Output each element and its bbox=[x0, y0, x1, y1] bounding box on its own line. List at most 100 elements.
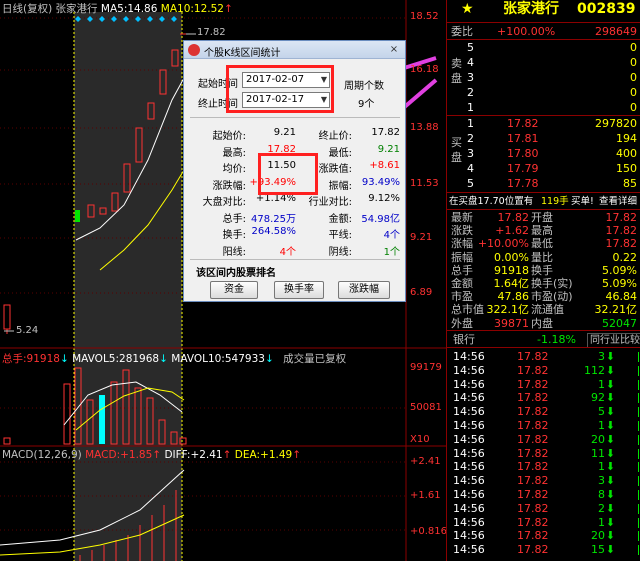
divider bbox=[190, 259, 400, 260]
stat-label: 阳线: bbox=[222, 246, 246, 258]
stat-value: 32.21亿 bbox=[594, 303, 638, 317]
tick-row[interactable]: 14:56 17.82 1 ⬇ bbox=[447, 378, 640, 391]
buy-level-row[interactable]: 2 17.81 194 bbox=[447, 132, 640, 145]
separator bbox=[447, 209, 640, 210]
volume-header: 总手:91918↓ MAVOL5:281968↓ MAVOL10:547933↓… bbox=[2, 351, 346, 366]
dialog-titlebar[interactable]: 个股K线区间统计 × bbox=[184, 41, 405, 59]
banner-buy: 买单! bbox=[571, 196, 594, 207]
buy-level-row[interactable]: 1 17.82 297820 bbox=[447, 117, 640, 130]
stat-label: 涨跌 bbox=[451, 224, 473, 238]
tick-bar bbox=[638, 421, 639, 431]
tick-row[interactable]: 14:56 17.82 5 ⬇ bbox=[447, 405, 640, 418]
close-icon[interactable]: × bbox=[387, 43, 401, 56]
stat-label: 阴线: bbox=[328, 246, 352, 258]
stat-label: 市盈 bbox=[451, 290, 473, 304]
tick-bar bbox=[638, 490, 639, 500]
quote-stat-row: 涨幅 +10.00% 最低 17.82 bbox=[447, 237, 640, 250]
period-label[interactable]: 日线(复权) bbox=[2, 3, 52, 15]
stat-label: 最新 bbox=[451, 211, 473, 224]
level-volume: 0 bbox=[630, 86, 637, 99]
stat-value: 264.58% bbox=[251, 226, 297, 237]
tick-row[interactable]: 14:56 17.82 20 ⬇ bbox=[447, 433, 640, 446]
level-number: 2 bbox=[467, 132, 474, 145]
tick-price: 17.82 bbox=[517, 432, 549, 446]
kline-range-stats-dialog[interactable]: 个股K线区间统计 × 起始时间 2017-02-07 ▼ 终止时间 2017-0… bbox=[183, 40, 406, 302]
alert-banner[interactable]: 在买盘17.70位置有 119手 买单! 查看详细 bbox=[447, 195, 640, 208]
down-arrow-icon: ⬇ bbox=[605, 377, 615, 391]
industry-row: 银行 -1.18% 同行业比较 bbox=[447, 333, 640, 348]
app-icon bbox=[188, 44, 200, 56]
tick-time: 14:56 bbox=[453, 488, 485, 501]
level-number: 4 bbox=[467, 162, 474, 175]
tick-row[interactable]: 14:56 17.82 2 ⬇ bbox=[447, 502, 640, 515]
level-number: 4 bbox=[467, 56, 474, 69]
level-volume: 150 bbox=[616, 162, 637, 175]
stat-label: 总手 bbox=[451, 263, 473, 277]
favorite-star-icon[interactable]: ★ bbox=[461, 2, 474, 16]
banner-volume: 119手 bbox=[541, 196, 569, 207]
up-arrow-icon: ↑ bbox=[292, 449, 302, 461]
tick-price: 17.82 bbox=[517, 377, 549, 391]
tick-row[interactable]: 14:56 17.82 3 ⬇ bbox=[447, 350, 640, 363]
rank-by-change-button[interactable]: 涨跌幅 bbox=[338, 281, 390, 299]
macd-axis-label: +2.41 bbox=[410, 456, 441, 467]
down-arrow-icon: ⬇ bbox=[605, 391, 615, 405]
tick-row[interactable]: 14:56 17.82 3 ⬇ bbox=[447, 474, 640, 487]
up-arrow-icon: ↑ bbox=[223, 3, 233, 15]
divider bbox=[190, 117, 400, 118]
stat-value: 4个 bbox=[383, 230, 400, 241]
sell-level-row[interactable]: 30 bbox=[447, 71, 640, 84]
stat-value: +8.61 bbox=[369, 160, 400, 171]
price-axis-label: 13.88 bbox=[410, 122, 439, 133]
stat-label: 大盘对比: bbox=[202, 197, 246, 208]
stat-label: 总手: bbox=[222, 213, 246, 225]
stat-label: 涨幅 bbox=[451, 237, 473, 251]
sell-level-row[interactable]: 20 bbox=[447, 86, 640, 99]
tick-row[interactable]: 14:56 17.82 20 ⬇ bbox=[447, 529, 640, 542]
buy-side-label: 买盘 bbox=[451, 136, 462, 164]
tick-row[interactable]: 14:56 17.82 112 ⬇ bbox=[447, 364, 640, 377]
level-number: 1 bbox=[467, 117, 474, 130]
tick-row[interactable]: 14:56 17.82 8 ⬇ bbox=[447, 488, 640, 501]
stat-value: 39871 bbox=[494, 316, 529, 330]
buy-level-row[interactable]: 4 17.79 150 bbox=[447, 162, 640, 175]
rank-by-turnover-button[interactable]: 换手率 bbox=[274, 281, 324, 299]
sell-level-row[interactable]: 10 bbox=[447, 101, 640, 114]
quote-title: ★ 张家港行 002839 bbox=[447, 2, 640, 21]
rank-by-fund-button[interactable]: 资金 bbox=[210, 281, 258, 299]
price-axis-label: 18.52 bbox=[410, 11, 439, 22]
tick-time: 14:56 bbox=[453, 460, 485, 474]
stat-value: 46.84 bbox=[605, 290, 638, 304]
separator bbox=[447, 347, 640, 348]
stat-label: 最高 bbox=[531, 224, 553, 238]
macd-title: MACD(12,26,9) bbox=[2, 449, 82, 461]
sell-level-row[interactable]: 50 bbox=[447, 41, 640, 54]
level-price: 17.78 bbox=[507, 177, 539, 190]
tick-row[interactable]: 14:56 17.82 1 ⬇ bbox=[447, 419, 640, 432]
level-volume: 297820 bbox=[595, 117, 637, 130]
mavol10-value: 547933 bbox=[224, 353, 265, 365]
volume-label: 总手: bbox=[2, 353, 27, 365]
buy-level-row[interactable]: 3 17.80 400 bbox=[447, 147, 640, 160]
tick-row[interactable]: 14:56 17.82 15 ⬇ bbox=[447, 543, 640, 556]
tick-row[interactable]: 14:56 17.82 11 ⬇ bbox=[447, 447, 640, 460]
tick-row[interactable]: 14:56 17.82 1 ⬇ bbox=[447, 516, 640, 529]
dialog-title: 个股K线区间统计 bbox=[204, 48, 281, 59]
industry-compare-button[interactable]: 同行业比较 bbox=[587, 333, 640, 348]
down-arrow-icon: ↓ bbox=[159, 353, 168, 365]
tick-row[interactable]: 14:56 17.82 1 ⬇ bbox=[447, 460, 640, 473]
tick-row[interactable]: 14:56 17.82 92 ⬇ bbox=[447, 391, 640, 404]
dea-label: DEA: bbox=[234, 449, 261, 461]
stat-label: 换手: bbox=[222, 230, 246, 241]
industry-name[interactable]: 银行 bbox=[453, 333, 475, 346]
banner-detail-link[interactable]: 查看详细 bbox=[599, 195, 637, 208]
period-count-label: 周期个数 bbox=[344, 81, 384, 92]
stat-value: 4个 bbox=[279, 246, 296, 258]
up-arrow-icon: ↑ bbox=[222, 449, 232, 461]
sell-level-row[interactable]: 40 bbox=[447, 56, 640, 69]
tick-bar bbox=[638, 379, 639, 390]
separator bbox=[447, 330, 640, 331]
tick-volume: 112 bbox=[584, 363, 605, 377]
buy-level-row[interactable]: 5 17.78 85 bbox=[447, 177, 640, 190]
stat-value: 17.82 bbox=[371, 127, 400, 138]
